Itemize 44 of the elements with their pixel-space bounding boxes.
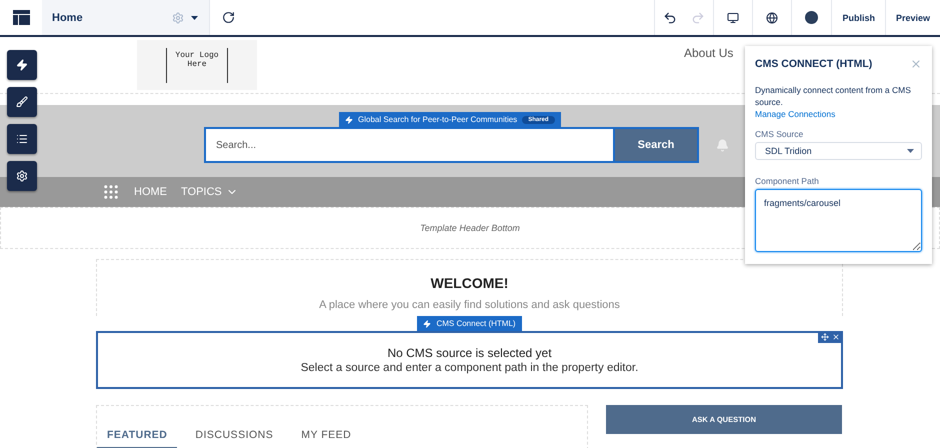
field-label: CMS Source xyxy=(755,129,804,139)
desktop-icon[interactable] xyxy=(727,12,740,24)
empty-message: No CMS source is selected yet xyxy=(387,346,552,360)
region-label: Template Header Bottom xyxy=(420,223,520,233)
app-launcher-icon[interactable] xyxy=(102,183,120,201)
page-selector[interactable]: Home xyxy=(42,0,210,35)
caret-icon xyxy=(190,14,199,20)
welcome-subtitle: A place where you can easily find solutions and ask questions xyxy=(319,299,620,311)
lightning-icon xyxy=(16,59,28,71)
components-tool-button[interactable] xyxy=(7,50,37,80)
manage-connections-link[interactable]: Manage Connections xyxy=(755,108,922,121)
theme-tool-button[interactable] xyxy=(7,87,37,117)
search-button[interactable]: Search xyxy=(613,127,699,163)
nav-link[interactable]: About Us xyxy=(684,46,734,93)
settings-tool-button[interactable] xyxy=(7,161,37,191)
close-icon[interactable] xyxy=(832,333,840,341)
pages-tool-button[interactable] xyxy=(7,124,37,154)
search-field[interactable]: Search... xyxy=(204,127,613,163)
move-icon[interactable] xyxy=(821,333,829,341)
panel-title: CMS CONNECT (HTML) xyxy=(755,58,872,70)
empty-hint: Select a source and enter a component path in the property editor. xyxy=(300,362,638,374)
feed-tab[interactable]: FEATURED xyxy=(97,429,178,448)
welcome-title: WELCOME! xyxy=(430,275,508,291)
source-select[interactable]: SDL Tridion xyxy=(755,142,922,160)
select-value: SDL Tridion xyxy=(765,146,812,156)
component-name: CMS Connect (HTML) xyxy=(436,319,516,328)
refresh-icon[interactable] xyxy=(222,11,234,24)
globe-icon[interactable] xyxy=(766,12,778,24)
feed-tab[interactable]: MY FEED xyxy=(291,429,362,448)
settings-icon xyxy=(172,12,184,24)
component-label[interactable]: CMS Connect (HTML) xyxy=(417,316,522,331)
undo-icon[interactable] xyxy=(663,10,678,24)
lightning-icon xyxy=(345,116,353,124)
cms-component[interactable]: No CMS source is selected yet Select a source and enter a component path in the property editor. xyxy=(96,331,843,389)
field-label: Component Path xyxy=(755,176,820,186)
caret-icon xyxy=(906,148,915,154)
logo-text: Your Logo Here xyxy=(166,48,228,82)
component-name: Global Search for Peer-to-Peer Communities xyxy=(358,115,518,124)
feed-tab[interactable]: DISCUSSIONS xyxy=(185,429,284,448)
settings-icon xyxy=(16,170,28,182)
lightning-icon xyxy=(423,320,432,328)
panel-description: Dynamically connect content from a CMS source. xyxy=(755,84,912,108)
brush-icon xyxy=(16,96,28,108)
path-field[interactable]: fragments/carousel xyxy=(755,189,922,252)
